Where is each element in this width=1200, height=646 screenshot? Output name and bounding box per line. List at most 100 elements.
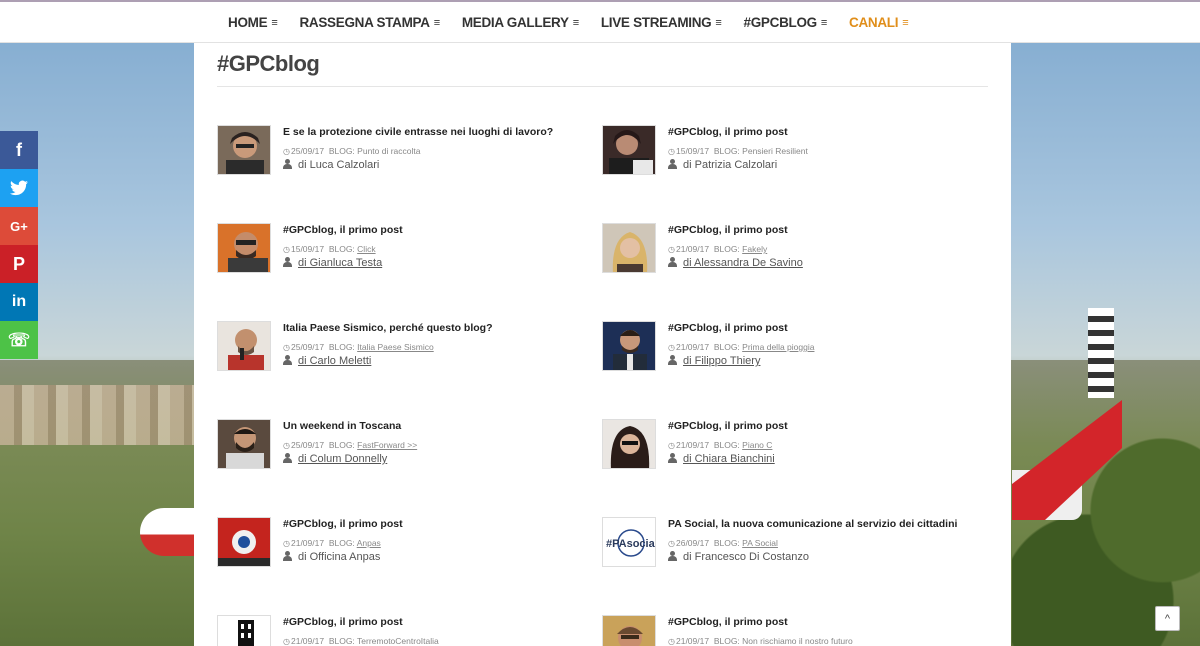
post-title[interactable]: Italia Paese Sismico, perché questo blog… [283, 322, 492, 334]
social-share-bar: f G+ P in ☏ [0, 131, 38, 359]
linkedin-share-button[interactable]: in [0, 283, 38, 321]
blog-link[interactable]: Click [357, 244, 375, 254]
post-title[interactable]: PA Social, la nuova comunicazione al ser… [668, 518, 957, 530]
user-icon [283, 551, 292, 561]
post-thumbnail[interactable] [602, 125, 656, 175]
clock-icon: ◷ [283, 441, 290, 450]
background-helicopter-left [140, 508, 200, 556]
twitter-share-button[interactable] [0, 169, 38, 207]
blog-link[interactable]: Non rischiamo il nostro futuro [742, 636, 853, 646]
post-thumbnail[interactable] [217, 419, 271, 469]
post-date: 21/09/17 [675, 636, 710, 646]
nav-item-rassegna-stampa[interactable]: RASSEGNA STAMPA ≡ [299, 15, 440, 30]
blog-link[interactable]: Prima della pioggia [742, 342, 814, 352]
blog-prefix: BLOG: [328, 342, 355, 352]
nav-item-gpcblog[interactable]: #GPCBLOG ≡ [744, 15, 828, 30]
nav-item-canali[interactable]: CANALI ≡ [849, 15, 909, 30]
nav-label: MEDIA GALLERY [461, 15, 569, 30]
post-author[interactable]: di Chiara Bianchini [668, 453, 775, 465]
post-author[interactable]: di Francesco Di Costanzo [668, 551, 809, 563]
post-title[interactable]: #GPCblog, il primo post [668, 126, 788, 138]
post-thumbnail[interactable] [217, 125, 271, 175]
author-name: di Alessandra De Savino [683, 257, 803, 269]
whatsapp-share-button[interactable]: ☏ [0, 321, 38, 359]
blog-link[interactable]: Anpas [357, 538, 381, 548]
linkedin-icon: in [11, 293, 27, 310]
blog-prefix: BLOG: [713, 342, 740, 352]
page-title: #GPCblog [217, 51, 320, 76]
googleplus-share-button[interactable]: G+ [0, 207, 38, 245]
post-title[interactable]: #GPCblog, il primo post [668, 224, 788, 236]
blog-link[interactable]: Italia Paese Sismico [357, 342, 434, 352]
post-thumbnail[interactable] [602, 223, 656, 273]
clock-icon: ◷ [668, 441, 675, 450]
post-item: E se la protezione civile entrasse nei l… [217, 125, 597, 185]
blog-link[interactable]: Piano C [742, 440, 772, 450]
blog-prefix: BLOG: [328, 244, 355, 254]
author-name: di Patrizia Calzolari [683, 159, 778, 171]
post-date: 21/09/17 [675, 244, 710, 254]
post-thumbnail[interactable] [217, 517, 271, 567]
googleplus-icon: G+ [10, 218, 28, 234]
clock-icon: ◷ [668, 539, 675, 548]
post-author[interactable]: di Luca Calzolari [283, 159, 379, 171]
author-name: di Filippo Thiery [683, 355, 761, 367]
facebook-share-button[interactable]: f [0, 131, 38, 169]
post-author[interactable]: di Gianluca Testa [283, 257, 382, 269]
author-name: di Carlo Meletti [298, 355, 372, 367]
post-item: #GPCblog, il primo post ◷21/09/17 BLOG: … [602, 615, 982, 646]
post-title[interactable]: #GPCblog, il primo post [668, 420, 788, 432]
background-town [0, 385, 195, 445]
post-meta: ◷21/09/17 BLOG: Prima della pioggia [668, 342, 814, 352]
post-meta: ◷21/09/17 BLOG: Anpas [283, 538, 381, 548]
blog-link[interactable]: TerremotoCentroItalia [357, 636, 439, 646]
post-title[interactable]: E se la protezione civile entrasse nei l… [283, 126, 553, 138]
post-meta: ◷25/09/17 BLOG: FastForward >> [283, 440, 417, 450]
post-author[interactable]: di Patrizia Calzolari [668, 159, 777, 171]
post-item: #GPCblog, il primo post ◷21/09/17 BLOG: … [217, 517, 597, 577]
nav-item-home[interactable]: HOME ≡ [228, 15, 278, 30]
post-meta: ◷21/09/17 BLOG: TerremotoCentroItalia [283, 636, 439, 646]
post-meta: ◷25/09/17 BLOG: Punto di raccolta [283, 146, 421, 156]
scroll-to-top-button[interactable]: ^ [1155, 606, 1180, 631]
post-title[interactable]: #GPCblog, il primo post [283, 616, 403, 628]
blog-link[interactable]: Punto di raccolta [357, 146, 420, 156]
post-author[interactable]: di Filippo Thiery [668, 355, 760, 367]
post-author[interactable]: di Alessandra De Savino [668, 257, 803, 269]
blog-link[interactable]: Pensieri Resilient [742, 146, 808, 156]
blog-link[interactable]: Fakely [742, 244, 767, 254]
post-thumbnail[interactable] [217, 223, 271, 273]
blog-prefix: BLOG: [713, 636, 740, 646]
background-helicopter-mast [1088, 308, 1114, 398]
post-date: 21/09/17 [290, 636, 325, 646]
post-thumbnail[interactable] [602, 419, 656, 469]
pinterest-icon: P [12, 253, 25, 274]
clock-icon: ◷ [668, 245, 675, 254]
post-title[interactable]: #GPCblog, il primo post [283, 224, 403, 236]
post-meta: ◷25/09/17 BLOG: Italia Paese Sismico [283, 342, 434, 352]
author-name: di Gianluca Testa [298, 257, 383, 269]
post-thumbnail[interactable] [602, 615, 656, 646]
post-thumbnail[interactable] [217, 321, 271, 371]
post-thumbnail[interactable] [602, 321, 656, 371]
blog-link[interactable]: FastForward >> [357, 440, 417, 450]
post-title[interactable]: #GPCblog, il primo post [668, 322, 788, 334]
nav-label: LIVE STREAMING [600, 15, 712, 30]
author-name: di Colum Donnelly [298, 453, 388, 465]
nav-item-media-gallery[interactable]: MEDIA GALLERY ≡ [462, 15, 579, 30]
post-title[interactable]: #GPCblog, il primo post [283, 518, 403, 530]
chevron-up-icon: ^ [1164, 612, 1171, 625]
user-icon [668, 159, 677, 169]
pinterest-share-button[interactable]: P [0, 245, 38, 283]
menu-icon: ≡ [572, 16, 579, 29]
post-author[interactable]: di Officina Anpas [283, 551, 380, 563]
post-title[interactable]: #GPCblog, il primo post [668, 616, 788, 628]
nav-item-live-streaming[interactable]: LIVE STREAMING ≡ [601, 15, 722, 30]
post-title[interactable]: Un weekend in Toscana [283, 420, 401, 432]
post-thumbnail[interactable] [217, 615, 271, 646]
user-icon [668, 355, 677, 365]
post-author[interactable]: di Carlo Meletti [283, 355, 371, 367]
blog-link[interactable]: PA Social [742, 538, 778, 548]
post-thumbnail[interactable]: #PAsocial [602, 517, 656, 567]
post-author[interactable]: di Colum Donnelly [283, 453, 387, 465]
